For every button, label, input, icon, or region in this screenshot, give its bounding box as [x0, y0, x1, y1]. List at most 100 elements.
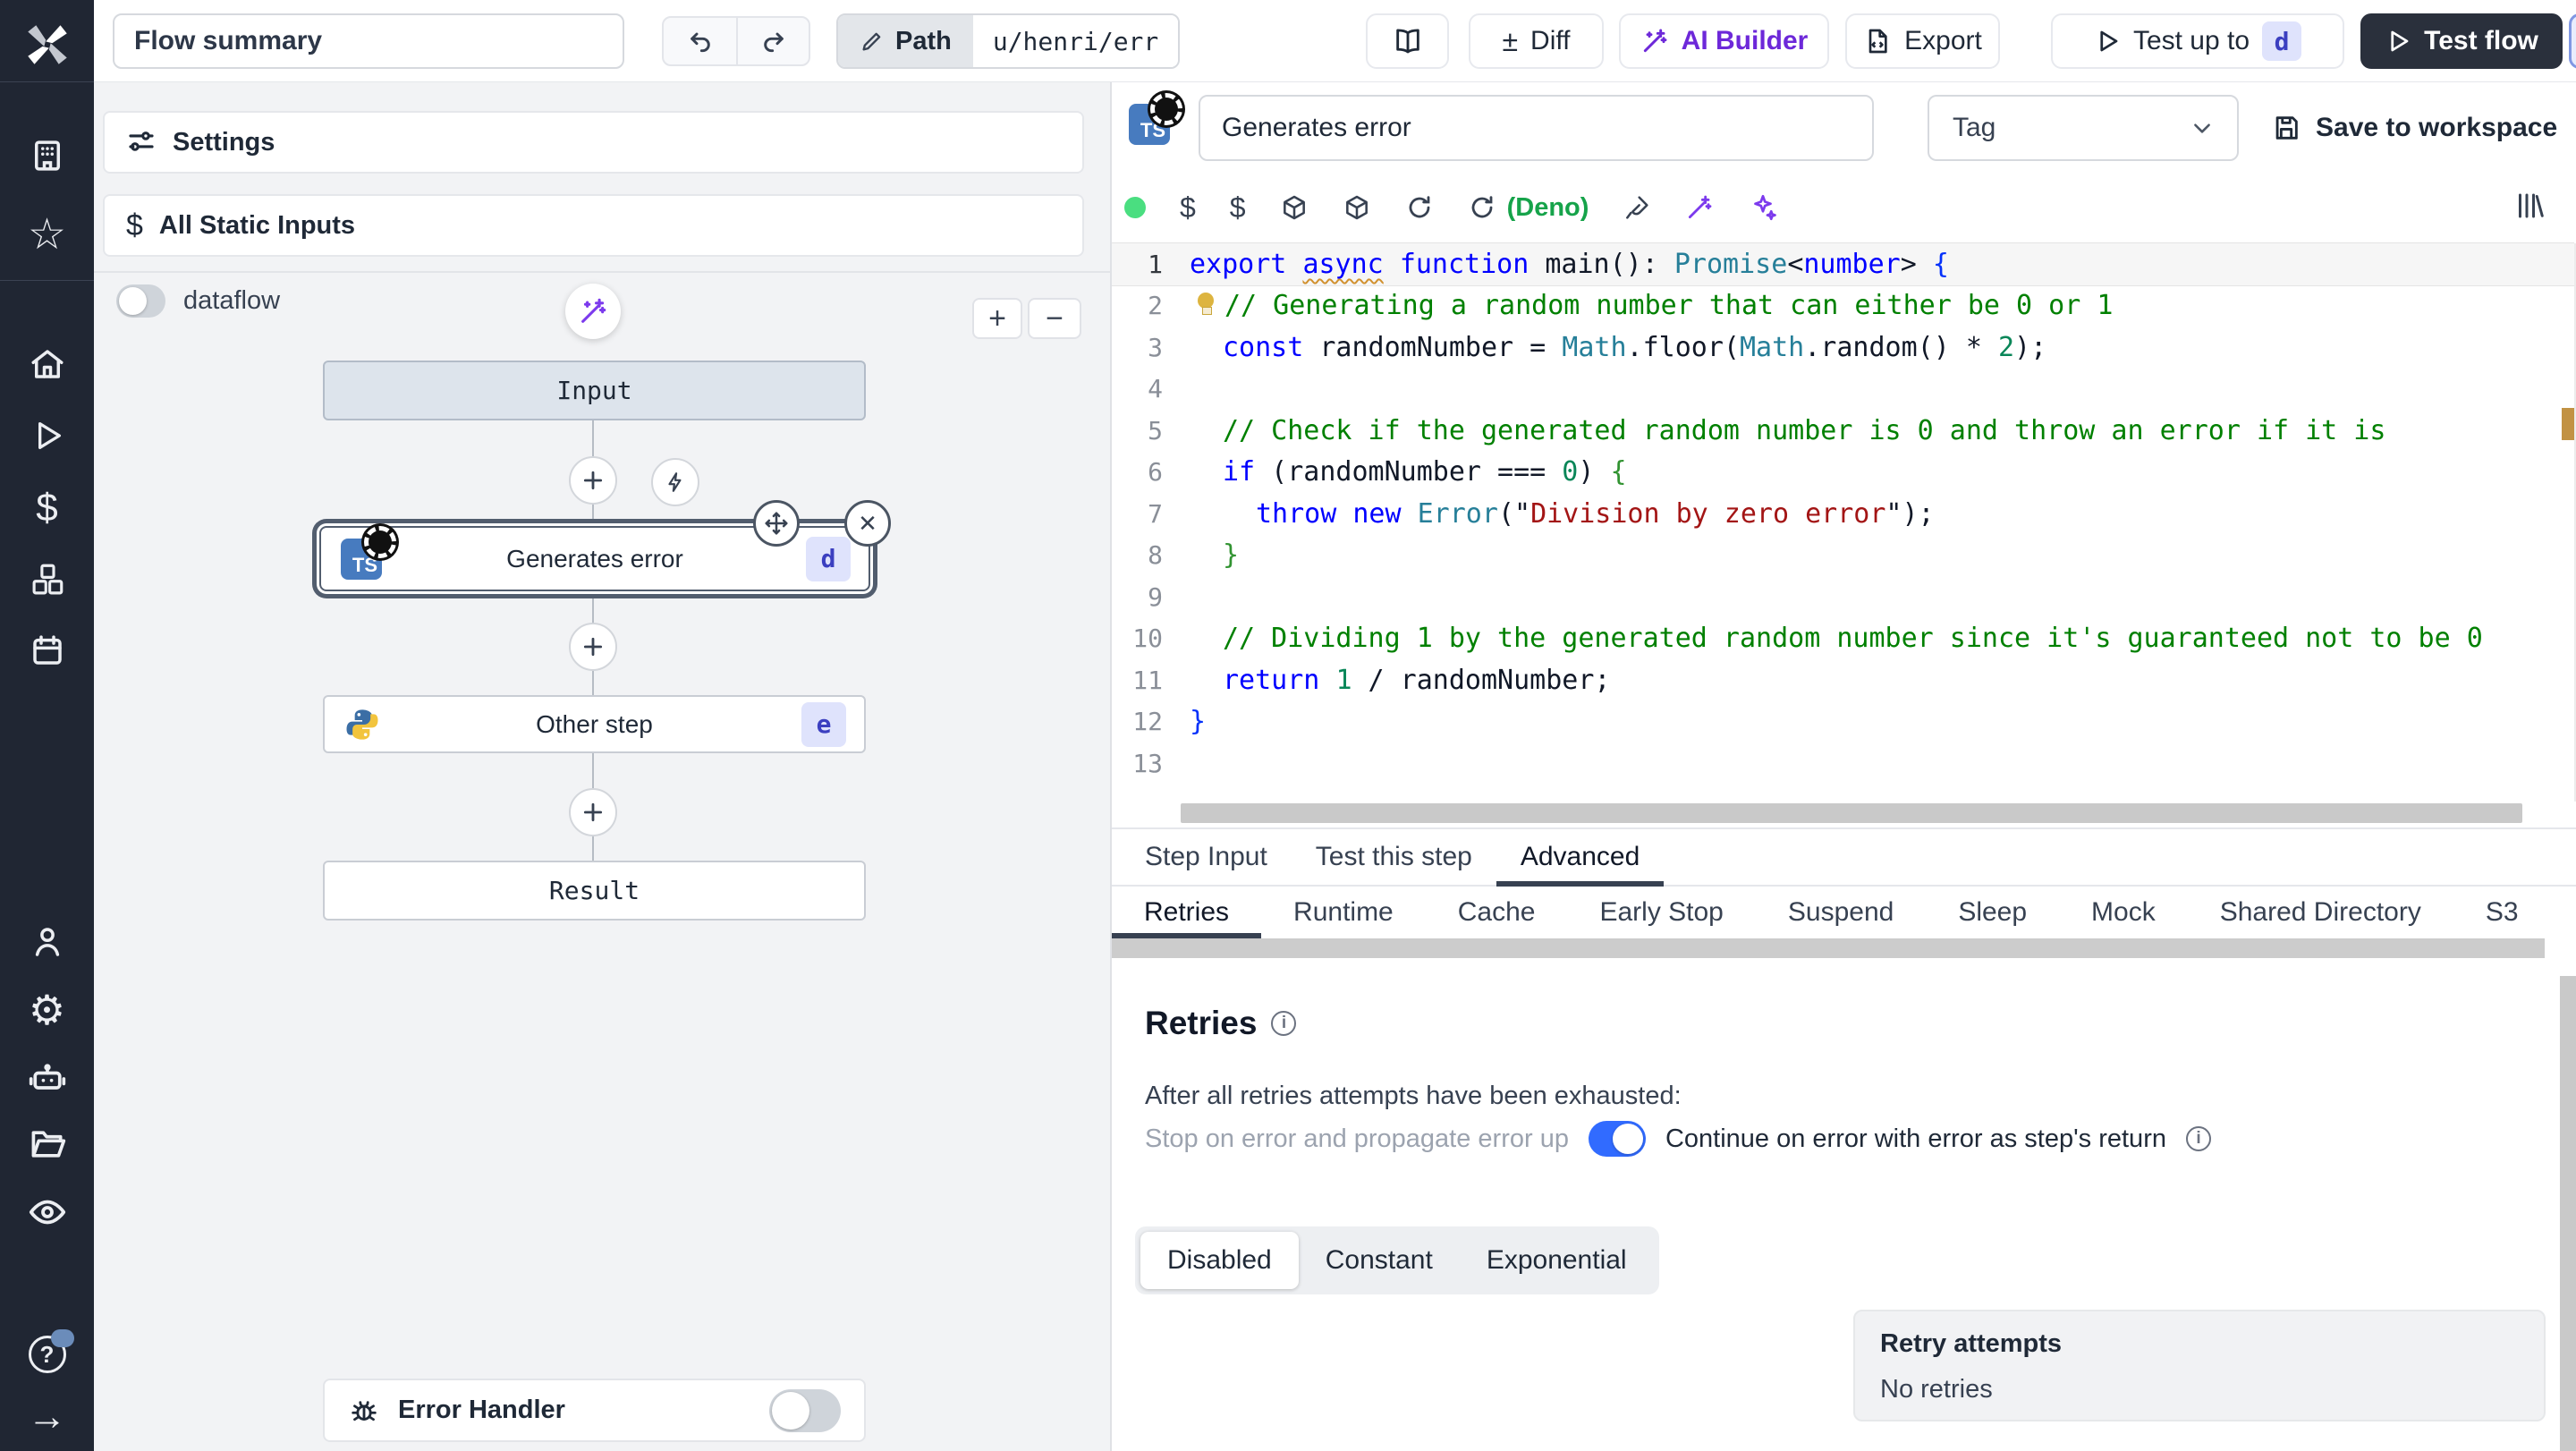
subtab-suspend[interactable]: Suspend: [1756, 887, 1926, 938]
retry-mode-exponential[interactable]: Exponential: [1460, 1232, 1654, 1289]
subtab-s3[interactable]: S3: [2453, 887, 2551, 938]
code-line-8[interactable]: 8}: [1112, 535, 2574, 577]
stop-on-error-option[interactable]: Stop on error and propagate error up: [1145, 1124, 1569, 1154]
continue-on-error-option[interactable]: Continue on error with error as step's r…: [1665, 1124, 2166, 1154]
flow-node-result[interactable]: Result: [323, 861, 866, 921]
user-icon[interactable]: [0, 913, 94, 971]
favorites-star-icon[interactable]: ☆: [0, 207, 94, 264]
diff-button[interactable]: ± Diff: [1469, 13, 1604, 69]
flow-summary-input[interactable]: Flow summary: [113, 13, 624, 69]
flow-node-input[interactable]: Input: [323, 361, 866, 420]
dataflow-toggle[interactable]: [116, 284, 165, 318]
code-line-13[interactable]: 13: [1112, 742, 2574, 785]
runs-play-icon[interactable]: [0, 407, 94, 464]
error-behavior-toggle[interactable]: [1588, 1121, 1646, 1157]
reload-icon[interactable]: [1405, 193, 1434, 222]
resource-dollar-icon[interactable]: $: [1230, 191, 1246, 225]
code-line-5[interactable]: 5// Check if the generated random number…: [1112, 410, 2574, 452]
flow-settings-button[interactable]: Settings: [103, 111, 1084, 174]
add-step-button[interactable]: [569, 788, 617, 836]
subtab-early-stop[interactable]: Early Stop: [1567, 887, 1755, 938]
code-editor[interactable]: 1 export async function main(): Promise<n…: [1112, 243, 2576, 802]
error-handler-node[interactable]: Error Handler: [323, 1379, 866, 1442]
lightbulb-icon[interactable]: [1196, 293, 1216, 316]
format-brush-icon[interactable]: [1623, 193, 1651, 222]
plus-minus-icon: ±: [1502, 24, 1519, 57]
code-line-9[interactable]: 9: [1112, 576, 2574, 618]
undo-button[interactable]: [664, 18, 736, 64]
variable-dollar-icon[interactable]: $: [1180, 191, 1196, 225]
tab-step-input[interactable]: Step Input: [1121, 829, 1292, 885]
code-line-2[interactable]: 2// Generating a random number that can …: [1112, 285, 2574, 327]
panel-vertical-scrollbar[interactable]: [2560, 976, 2576, 1451]
subtab-shared-directory[interactable]: Shared Directory: [2188, 887, 2453, 938]
topbar: Flow summary Path u/henri/err ± Diff AI …: [94, 0, 2576, 82]
code-line-10[interactable]: 10// Dividing 1 by the generated random …: [1112, 618, 2574, 660]
variables-dollar-icon[interactable]: $: [0, 479, 94, 537]
error-handler-toggle[interactable]: [769, 1388, 841, 1432]
windmill-logo-icon[interactable]: [0, 16, 94, 73]
code-line-6[interactable]: 6 if (randomNumber === 0) {: [1112, 452, 2574, 494]
ai-builder-button[interactable]: AI Builder: [1619, 13, 1829, 69]
zoom-out-button[interactable]: −: [1028, 298, 1081, 339]
subtab-sleep[interactable]: Sleep: [1926, 887, 2059, 938]
code-line-12[interactable]: 12}: [1112, 701, 2574, 743]
clipped-button[interactable]: [2569, 13, 2576, 69]
plus-icon: [583, 471, 603, 490]
resources-cubes-icon[interactable]: [0, 551, 94, 608]
code-horizontal-scrollbar[interactable]: [1181, 803, 2522, 823]
workers-robot-icon[interactable]: [0, 1049, 94, 1107]
retry-mode-constant[interactable]: Constant: [1299, 1232, 1460, 1289]
subtab-runtime[interactable]: Runtime: [1261, 887, 1426, 938]
folders-icon[interactable]: [0, 1116, 94, 1173]
tab-advanced[interactable]: Advanced: [1496, 829, 1665, 887]
path-value[interactable]: u/henri/err: [972, 15, 1179, 67]
ai-flow-wand-button[interactable]: [565, 284, 621, 339]
settings-gear-icon[interactable]: ⚙: [0, 981, 94, 1039]
step-id-badge: d: [806, 536, 851, 581]
code-line-3[interactable]: 3 const randomNumber = Math.floor(Math.ra…: [1112, 327, 2574, 369]
test-up-to-button[interactable]: Test up to d: [2051, 13, 2344, 69]
code-line-4[interactable]: 4: [1112, 369, 2574, 411]
move-step-handle[interactable]: [753, 500, 800, 547]
subtab-mock[interactable]: Mock: [2059, 887, 2188, 938]
flow-node-other-step[interactable]: Other step e: [323, 695, 866, 753]
export-button[interactable]: Export: [1845, 13, 2000, 69]
sparkles-icon[interactable]: [1748, 192, 1778, 223]
schedules-calendar-icon[interactable]: [0, 622, 94, 679]
add-trigger-button[interactable]: [651, 458, 699, 506]
path-control[interactable]: Path u/henri/err: [836, 13, 1181, 69]
tab-test-this-step[interactable]: Test this step: [1292, 829, 1496, 885]
retry-mode-disabled[interactable]: Disabled: [1140, 1232, 1299, 1289]
tag-select[interactable]: Tag: [1928, 95, 2239, 161]
subtab-cache[interactable]: Cache: [1426, 887, 1568, 938]
code-line-7[interactable]: 7 throw new Error("Division by zero error…: [1112, 493, 2574, 535]
subtabs-scrollbar[interactable]: [1112, 938, 2576, 958]
home-icon[interactable]: [0, 335, 94, 393]
subtab-retries[interactable]: Retries: [1112, 887, 1262, 938]
step-name-input[interactable]: Generates error: [1199, 95, 1874, 161]
expand-sidebar-arrow-icon[interactable]: →: [0, 1388, 94, 1446]
help-icon[interactable]: ?: [0, 1326, 94, 1383]
add-step-button[interactable]: [569, 456, 617, 505]
redo-button[interactable]: [736, 18, 809, 64]
info-icon[interactable]: i: [2185, 1126, 2211, 1151]
reset-runtime-control[interactable]: (Deno): [1468, 193, 1589, 223]
package-icon[interactable]: [1343, 193, 1371, 222]
info-icon[interactable]: i: [1271, 1011, 1297, 1036]
all-static-inputs-button[interactable]: $ All Static Inputs: [103, 194, 1084, 257]
ai-wand-icon[interactable]: [1685, 193, 1714, 222]
save-to-workspace-button[interactable]: Save to workspace: [2271, 95, 2557, 161]
zoom-in-button[interactable]: +: [972, 298, 1022, 339]
package-icon[interactable]: [1280, 193, 1309, 222]
code-line-11[interactable]: 11 return 1 / randomNumber;: [1112, 659, 2574, 701]
add-step-button[interactable]: [569, 623, 617, 671]
delete-step-button[interactable]: ✕: [844, 500, 891, 547]
docs-book-button[interactable]: [1366, 13, 1449, 69]
code-line-1[interactable]: 1 export async function main(): Promise<n…: [1112, 243, 2574, 285]
magic-wand-icon: [581, 298, 606, 323]
workspace-building-icon[interactable]: [0, 127, 94, 184]
test-flow-button[interactable]: Test flow: [2360, 13, 2563, 69]
library-icon[interactable]: [2513, 190, 2546, 222]
audit-eye-icon[interactable]: [0, 1184, 94, 1241]
